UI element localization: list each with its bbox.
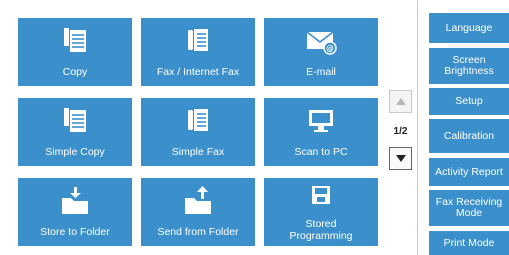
page-indicator: 1/2 <box>393 126 408 137</box>
up-arrow-icon <box>395 98 406 105</box>
floppy-disk-icon <box>312 186 330 204</box>
simple-fax-label: Simple Fax <box>171 146 225 158</box>
send-from-folder-label: Send from Folder <box>157 226 239 238</box>
fax-internet-fax-button[interactable]: Fax / Internet Fax <box>141 18 255 86</box>
simple-fax-button[interactable]: Simple Fax <box>141 98 255 166</box>
folder-send-icon <box>185 186 211 214</box>
language-button[interactable]: Language <box>429 13 509 43</box>
home-screen: Copy Fax / Internet Fax @ E-mail Simple … <box>0 0 509 255</box>
copy-label: Copy <box>62 66 88 78</box>
scan-to-pc-button[interactable]: Scan to PC <box>264 98 378 166</box>
fax-receiving-mode-button[interactable]: Fax Receiving Mode <box>429 190 509 226</box>
folder-store-icon <box>62 187 88 214</box>
fax-icon <box>188 29 208 51</box>
copy-button[interactable]: Copy <box>18 18 132 86</box>
send-from-folder-button[interactable]: Send from Folder <box>141 178 255 246</box>
simple-copy-label: Simple Copy <box>45 146 105 158</box>
copy-icon <box>64 108 86 132</box>
fax-icon <box>188 109 208 131</box>
screen-brightness-button[interactable]: Screen Brightness <box>429 48 509 84</box>
copy-icon <box>64 28 86 52</box>
email-label: E-mail <box>306 66 336 78</box>
scroll-down-button[interactable] <box>389 147 412 170</box>
activity-report-button[interactable]: Activity Report <box>429 158 509 186</box>
print-mode-button[interactable]: Print Mode <box>429 231 509 255</box>
simple-copy-button[interactable]: Simple Copy <box>18 98 132 166</box>
monitor-icon <box>309 110 333 132</box>
svg-text:@: @ <box>326 44 334 53</box>
divider <box>417 0 418 255</box>
store-to-folder-button[interactable]: Store to Folder <box>18 178 132 246</box>
email-icon: @ <box>306 31 337 55</box>
setup-button[interactable]: Setup <box>429 88 509 115</box>
store-to-folder-label: Store to Folder <box>40 226 110 238</box>
scan-to-pc-label: Scan to PC <box>294 146 348 158</box>
stored-programming-button[interactable]: Stored Programming <box>264 178 378 246</box>
email-button[interactable]: @ E-mail <box>264 18 378 86</box>
calibration-button[interactable]: Calibration <box>429 119 509 153</box>
down-arrow-icon <box>395 155 406 162</box>
fax-internet-fax-label: Fax / Internet Fax <box>156 66 240 78</box>
scroll-up-button[interactable] <box>389 90 412 113</box>
stored-programming-label: Stored Programming <box>289 218 353 242</box>
